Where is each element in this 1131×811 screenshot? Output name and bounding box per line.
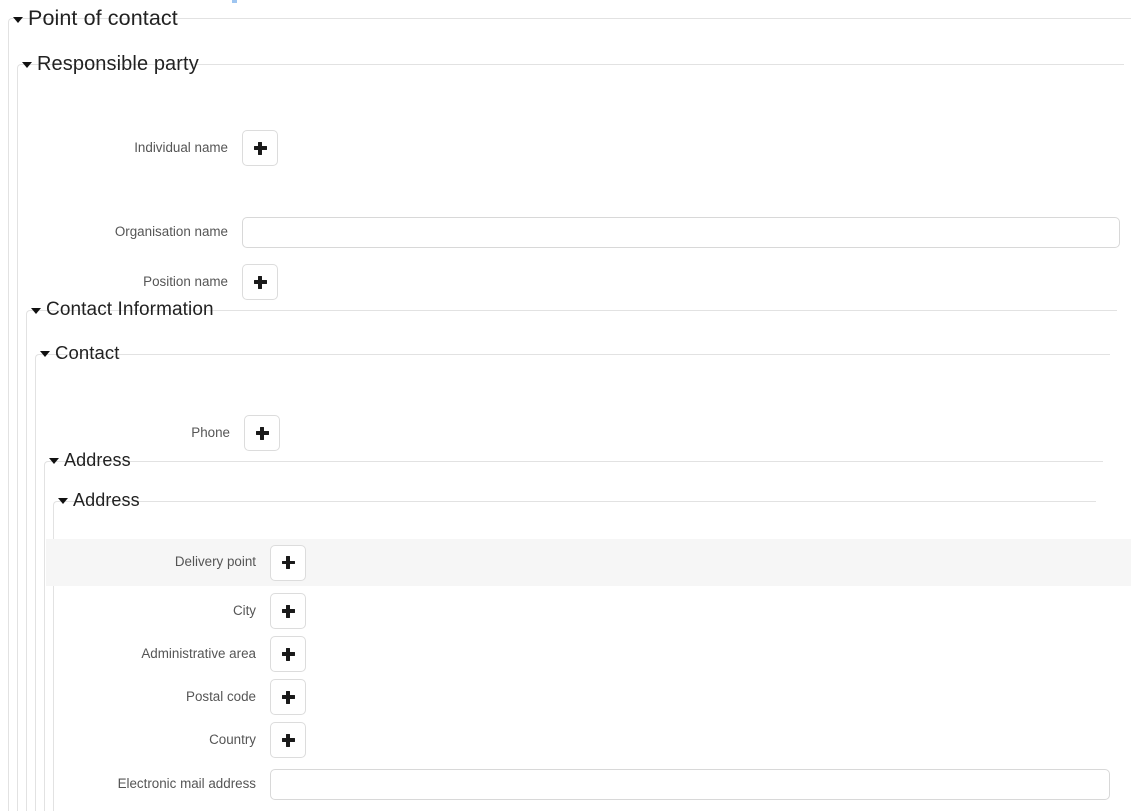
section-header-point-of-contact[interactable]: Point of contact (13, 6, 1131, 30)
section-header-address-inner[interactable]: Address (58, 491, 1096, 509)
add-administrative-area-button[interactable] (270, 636, 306, 672)
field-row-individual-name: Individual name (18, 127, 1125, 169)
field-label-postal-code: Postal code (186, 688, 256, 704)
section-title: Address (73, 490, 140, 510)
field-row-administrative-area: Administrative area (46, 633, 1131, 675)
electronic-mail-address-input[interactable] (270, 768, 1110, 800)
section-contact: Contact Phone Address Address Delivery p… (35, 343, 1131, 811)
plus-icon (281, 733, 295, 747)
field-label-electronic-mail-address: Electronic mail address (117, 775, 256, 791)
field-control-country (270, 722, 1131, 758)
plus-icon (281, 647, 295, 661)
field-control-position-name (242, 264, 1125, 300)
field-row-city: City (46, 590, 1131, 632)
field-row-delivery-point: Delivery point (46, 539, 1131, 586)
plus-icon (253, 141, 267, 155)
section-title: Point of contact (28, 6, 178, 30)
section-header-address-outer[interactable]: Address (49, 451, 1103, 469)
add-country-button[interactable] (270, 722, 306, 758)
section-responsible-party: Responsible party Individual name Organi… (17, 54, 1131, 811)
section-title: Contact Information (46, 299, 214, 320)
field-label-delivery-point: Delivery point (174, 554, 256, 570)
field-label-administrative-area: Administrative area (141, 645, 256, 661)
section-contact-information: Contact Information Contact Phone Addres… (26, 300, 1131, 811)
field-row-position-name: Position name (18, 261, 1125, 303)
field-label-phone: Phone (191, 424, 230, 440)
caret-down-icon[interactable] (49, 458, 59, 464)
field-label-position-name: Position name (143, 273, 228, 289)
add-individual-name-button[interactable] (242, 130, 278, 166)
field-label-individual-name: Individual name (134, 139, 228, 155)
add-position-name-button[interactable] (242, 264, 278, 300)
field-control-city (270, 593, 1131, 629)
caret-down-icon[interactable] (40, 351, 50, 358)
field-control-administrative-area (270, 636, 1131, 672)
field-label-country: Country (209, 731, 256, 747)
add-city-button[interactable] (270, 593, 306, 629)
field-row-country: Country (46, 719, 1131, 761)
caret-down-icon[interactable] (31, 307, 41, 314)
plus-icon (255, 426, 269, 440)
plus-icon (281, 690, 295, 704)
field-row-organisation-name: Organisation name (18, 211, 1125, 253)
section-title: Responsible party (37, 53, 199, 75)
section-title: Address (64, 450, 131, 470)
section-point-of-contact: Point of contact Responsible party Indiv… (8, 7, 1131, 811)
field-control-electronic-mail-address (270, 768, 1131, 800)
field-row-postal-code: Postal code (46, 676, 1131, 718)
section-address-inner: Address Delivery point City Administrati… (46, 491, 1131, 811)
field-label-organisation-name: Organisation name (114, 223, 228, 239)
section-address-outer: Address Address Delivery point City Admi… (44, 451, 1131, 811)
field-label-city: City (232, 602, 256, 618)
field-control-individual-name (242, 130, 1125, 166)
add-phone-button[interactable] (244, 415, 280, 451)
add-postal-code-button[interactable] (270, 679, 306, 715)
plus-icon (281, 556, 295, 569)
caret-down-icon[interactable] (13, 16, 23, 23)
caret-down-icon[interactable] (58, 498, 68, 504)
field-control-organisation-name (242, 216, 1125, 248)
section-header-contact-information[interactable]: Contact Information (31, 300, 1117, 319)
cut-off-element-sliver (232, 0, 237, 3)
section-header-contact[interactable]: Contact (40, 342, 1110, 363)
field-control-phone (244, 415, 1111, 451)
field-control-postal-code (270, 679, 1131, 715)
organisation-name-input[interactable] (242, 216, 1120, 248)
field-control-delivery-point (270, 544, 1131, 581)
add-delivery-point-button[interactable] (270, 544, 306, 581)
caret-down-icon[interactable] (22, 62, 32, 68)
section-header-responsible-party[interactable]: Responsible party (22, 54, 1124, 74)
metadata-editor-form: Point of contact Responsible party Indiv… (0, 0, 1131, 811)
plus-icon (281, 604, 295, 618)
field-row-electronic-mail-address: Electronic mail address (46, 763, 1131, 805)
section-title: Contact (55, 342, 120, 363)
plus-icon (253, 275, 267, 289)
field-row-phone: Phone (36, 412, 1111, 454)
